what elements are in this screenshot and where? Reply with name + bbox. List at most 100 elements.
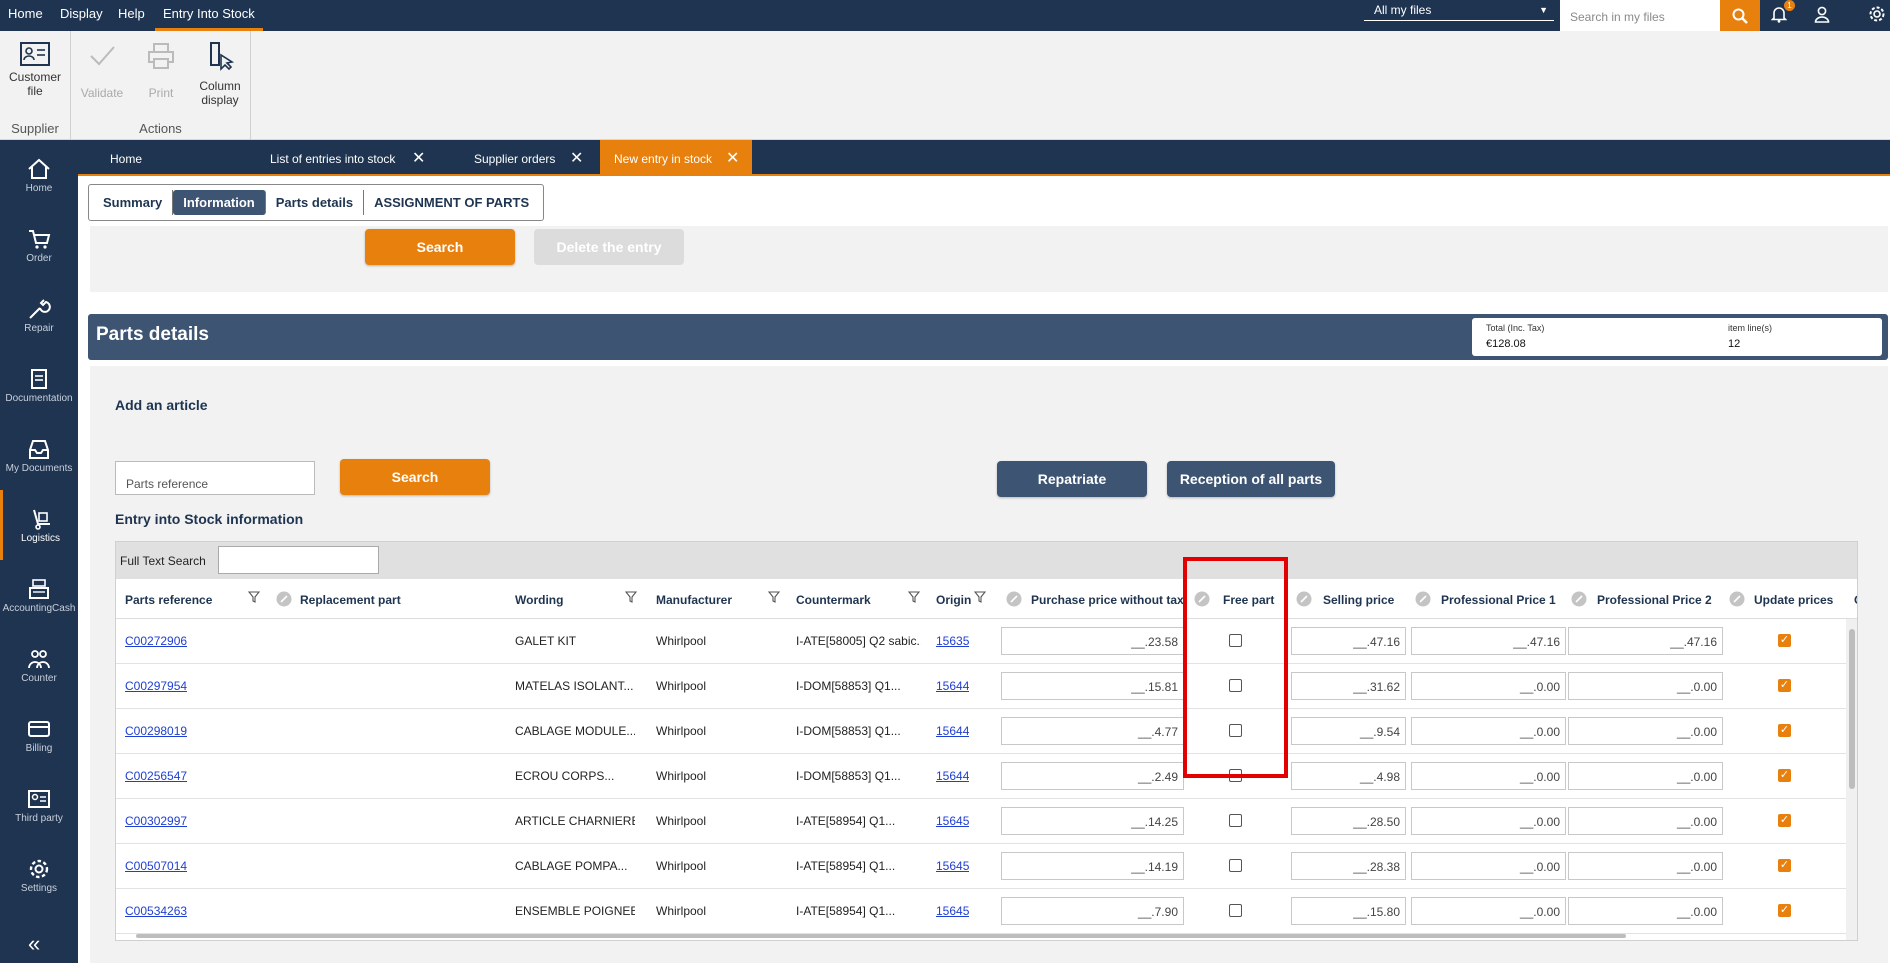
edit-icon[interactable] — [1729, 591, 1745, 607]
free-part-checkbox[interactable] — [1229, 814, 1242, 827]
sidebar-item-order[interactable]: Order — [0, 210, 78, 280]
cell-origin[interactable]: 15635 — [936, 634, 969, 648]
selling-price-input[interactable]: __.9.54 — [1291, 717, 1406, 745]
close-icon[interactable]: ✕ — [726, 140, 746, 174]
scrollbar-thumb[interactable] — [1849, 629, 1855, 789]
customer-file-button[interactable]: Customer file — [4, 41, 66, 98]
selling-price-input[interactable]: __.31.62 — [1291, 672, 1406, 700]
professional-price-1-input[interactable]: __.0.00 — [1411, 897, 1566, 925]
subtab-summary[interactable]: Summary — [93, 190, 174, 215]
sidebar-item-documentation[interactable]: Documentation — [0, 350, 78, 420]
professional-price-2-input[interactable]: __.0.00 — [1568, 717, 1723, 745]
purchase-price-input[interactable]: __.4.77 — [1001, 717, 1184, 745]
menu-entry-into-stock[interactable]: Entry Into Stock — [155, 0, 263, 31]
subtab-assignment-of-parts[interactable]: ASSIGNMENT OF PARTS — [364, 190, 539, 215]
sidebar-item-third-party[interactable]: Third party — [0, 770, 78, 840]
cell-parts-reference[interactable]: C00534263 — [125, 904, 187, 918]
purchase-price-input[interactable]: __.14.25 — [1001, 807, 1184, 835]
sidebar-item-home[interactable]: Home — [0, 140, 78, 210]
purchase-price-input[interactable]: __.7.90 — [1001, 897, 1184, 925]
cell-parts-reference[interactable]: C00272906 — [125, 634, 187, 648]
sidebar-item-logistics[interactable]: Logistics — [0, 490, 78, 560]
purchase-price-input[interactable]: __.2.49 — [1001, 762, 1184, 790]
menu-help[interactable]: Help — [118, 0, 145, 31]
search-button[interactable] — [1720, 0, 1760, 31]
cell-parts-reference[interactable]: C00297954 — [125, 679, 187, 693]
professional-price-2-input[interactable]: __.47.16 — [1568, 627, 1723, 655]
col-countermark[interactable]: Countermark — [796, 593, 871, 607]
reception-all-parts-button[interactable]: Reception of all parts — [1167, 461, 1335, 497]
cell-origin[interactable]: 15644 — [936, 679, 969, 693]
filter-icon[interactable] — [974, 591, 986, 603]
tab-list-of-entries[interactable]: List of entries into stock ✕ — [270, 140, 440, 174]
selling-price-input[interactable]: __.28.38 — [1291, 852, 1406, 880]
edit-icon[interactable] — [1006, 591, 1022, 607]
sidebar-item-settings[interactable]: Settings — [0, 840, 78, 910]
cell-origin[interactable]: 15644 — [936, 724, 969, 738]
menu-display[interactable]: Display — [60, 0, 103, 31]
professional-price-2-input[interactable]: __.0.00 — [1568, 852, 1723, 880]
col-professional-price-1[interactable]: Professional Price 1 — [1441, 593, 1556, 607]
tab-supplier-orders[interactable]: Supplier orders ✕ — [474, 140, 604, 174]
update-prices-checkbox[interactable]: ✓ — [1778, 634, 1791, 647]
table-row[interactable]: C00298019 CABLAGE MODULE... Whirlpool I-DOM… — [116, 709, 1857, 754]
full-text-search-input[interactable] — [218, 546, 379, 574]
update-prices-checkbox[interactable]: ✓ — [1778, 859, 1791, 872]
sidebar-item-accountingcash[interactable]: AccountingCash — [0, 560, 78, 630]
col-manufacturer[interactable]: Manufacturer — [656, 593, 732, 607]
sidebar-item-counter[interactable]: Counter — [0, 630, 78, 700]
col-purchase-price[interactable]: Purchase price without tax — [1031, 593, 1184, 607]
selling-price-input[interactable]: __.47.16 — [1291, 627, 1406, 655]
col-wording[interactable]: Wording — [515, 593, 563, 607]
purchase-price-input[interactable]: __.14.19 — [1001, 852, 1184, 880]
subtab-parts-details[interactable]: Parts details — [266, 190, 365, 215]
cell-origin[interactable]: 15645 — [936, 859, 969, 873]
edit-icon[interactable] — [1571, 591, 1587, 607]
cell-origin[interactable]: 15645 — [936, 814, 969, 828]
professional-price-1-input[interactable]: __.0.00 — [1411, 852, 1566, 880]
horizontal-scrollbar[interactable] — [136, 934, 1626, 938]
delete-entry-button[interactable]: Delete the entry — [534, 229, 684, 265]
selling-price-input[interactable]: __.28.50 — [1291, 807, 1406, 835]
subtab-information[interactable]: Information — [173, 190, 266, 215]
col-origin[interactable]: Origin — [936, 593, 971, 607]
files-scope-select[interactable]: All my files ▼ — [1364, 2, 1554, 21]
search-input[interactable]: Search in my files — [1560, 0, 1720, 31]
print-button[interactable]: Print — [136, 41, 186, 100]
professional-price-1-input[interactable]: __.0.00 — [1411, 762, 1566, 790]
professional-price-2-input[interactable]: __.0.00 — [1568, 897, 1723, 925]
table-row[interactable]: C00256547 ECROU CORPS... Whirlpool I-DOM[58… — [116, 754, 1857, 799]
selling-price-input[interactable]: __.15.80 — [1291, 897, 1406, 925]
edit-icon[interactable] — [1415, 591, 1431, 607]
menu-home[interactable]: Home — [8, 0, 43, 31]
collapse-sidebar-button[interactable]: « — [28, 931, 40, 957]
filter-icon[interactable] — [908, 591, 920, 603]
sidebar-item-repair[interactable]: Repair — [0, 280, 78, 350]
col-update-prices[interactable]: Update prices — [1754, 593, 1833, 607]
cell-origin[interactable]: 15645 — [936, 904, 969, 918]
edit-icon[interactable] — [276, 591, 292, 607]
table-row[interactable]: C00534263 ENSEMBLE POIGNEE... Whirlpool I-A… — [116, 889, 1857, 934]
parts-reference-input[interactable]: Parts reference — [115, 461, 315, 495]
col-overflow[interactable]: C — [1854, 593, 1857, 607]
edit-icon[interactable] — [1296, 591, 1312, 607]
table-row[interactable]: C00272906 GALET KIT Whirlpool I-ATE[58005] … — [116, 619, 1857, 664]
professional-price-1-input[interactable]: __.0.00 — [1411, 807, 1566, 835]
table-row[interactable]: C00297954 MATELAS ISOLANT... Whirlpool I-DO… — [116, 664, 1857, 709]
professional-price-1-input[interactable]: __.0.00 — [1411, 717, 1566, 745]
user-button[interactable] — [1811, 3, 1833, 25]
settings-button[interactable] — [1866, 3, 1888, 25]
professional-price-1-input[interactable]: __.0.00 — [1411, 672, 1566, 700]
free-part-checkbox[interactable] — [1229, 859, 1242, 872]
table-row[interactable]: C00507014 CABLAGE POMPA... Whirlpool I-ATE[… — [116, 844, 1857, 889]
purchase-price-input[interactable]: __.23.58 — [1001, 627, 1184, 655]
professional-price-1-input[interactable]: __.47.16 — [1411, 627, 1566, 655]
col-replacement-part[interactable]: Replacement part — [300, 593, 401, 607]
col-selling-price[interactable]: Selling price — [1323, 593, 1394, 607]
cell-origin[interactable]: 15644 — [936, 769, 969, 783]
validate-button[interactable]: Validate — [77, 41, 127, 100]
professional-price-2-input[interactable]: __.0.00 — [1568, 807, 1723, 835]
update-prices-checkbox[interactable]: ✓ — [1778, 814, 1791, 827]
close-icon[interactable]: ✕ — [570, 140, 583, 178]
free-part-checkbox[interactable] — [1229, 904, 1242, 917]
